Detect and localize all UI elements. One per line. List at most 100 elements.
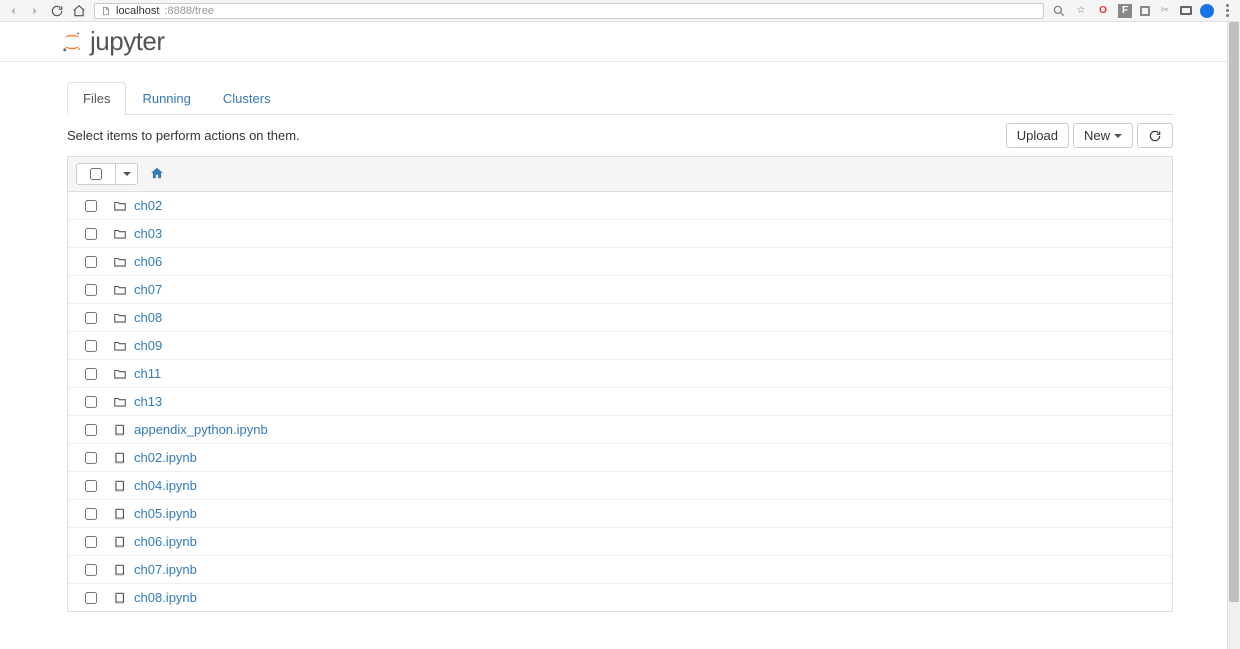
chrome-actions: ☆ O F ✂ — [1052, 4, 1234, 18]
folder-icon — [106, 283, 134, 297]
row-checkbox[interactable] — [85, 424, 97, 436]
notebook-icon — [106, 563, 134, 577]
file-list: ch02 ch03 ch06 ch07 ch08 ch09 ch11 ch13 appendix… — [67, 192, 1173, 612]
item-name-link[interactable]: ch11 — [134, 366, 161, 381]
row-checkbox[interactable] — [85, 284, 97, 296]
ext-opera-icon[interactable]: O — [1096, 4, 1110, 18]
row-checkbox[interactable] — [85, 536, 97, 548]
item-name-link[interactable]: ch07.ipynb — [134, 562, 197, 577]
row-checkbox-cell — [76, 592, 106, 604]
row-checkbox-cell — [76, 340, 106, 352]
row-checkbox[interactable] — [85, 228, 97, 240]
file-row: ch06 — [68, 248, 1172, 276]
upload-button[interactable]: Upload — [1006, 123, 1069, 148]
file-row: ch11 — [68, 360, 1172, 388]
star-icon[interactable]: ☆ — [1074, 4, 1088, 18]
ext-scissors-icon[interactable]: ✂ — [1158, 4, 1172, 18]
row-checkbox-cell — [76, 396, 106, 408]
breadcrumb-home[interactable] — [150, 166, 164, 183]
new-button-label: New — [1084, 128, 1110, 143]
row-checkbox-cell — [76, 452, 106, 464]
file-row: ch05.ipynb — [68, 500, 1172, 528]
file-row: ch02.ipynb — [68, 444, 1172, 472]
item-name-link[interactable]: ch08 — [134, 310, 162, 325]
notebook-icon — [106, 507, 134, 521]
row-checkbox[interactable] — [85, 564, 97, 576]
ext-cast-icon[interactable] — [1180, 6, 1192, 15]
file-row: ch08 — [68, 304, 1172, 332]
item-name-link[interactable]: ch06.ipynb — [134, 534, 197, 549]
row-checkbox[interactable] — [85, 256, 97, 268]
file-row: ch09 — [68, 332, 1172, 360]
row-checkbox-cell — [76, 368, 106, 380]
file-row: ch04.ipynb — [68, 472, 1172, 500]
jupyter-header: jupyter — [0, 22, 1240, 62]
file-row: appendix_python.ipynb — [68, 416, 1172, 444]
jupyter-logo[interactable]: jupyter — [60, 26, 165, 57]
folder-icon — [106, 227, 134, 241]
notebook-icon — [106, 535, 134, 549]
main-container: Files Running Clusters Select items to p… — [67, 82, 1173, 612]
forward-arrow-icon — [28, 4, 42, 18]
folder-icon — [106, 395, 134, 409]
item-name-link[interactable]: ch06 — [134, 254, 162, 269]
url-host: localhost — [116, 5, 159, 17]
notebook-icon — [106, 423, 134, 437]
new-button[interactable]: New — [1073, 123, 1133, 148]
item-name-link[interactable]: appendix_python.ipynb — [134, 422, 268, 437]
chrome-menu-icon[interactable] — [1226, 4, 1230, 17]
ext-blue-icon[interactable] — [1200, 4, 1214, 18]
ext-square-icon[interactable] — [1140, 6, 1150, 16]
folder-icon — [106, 255, 134, 269]
page-info-icon — [101, 6, 111, 16]
reload-icon[interactable] — [50, 4, 64, 18]
row-checkbox[interactable] — [85, 592, 97, 604]
file-row: ch06.ipynb — [68, 528, 1172, 556]
tab-clusters[interactable]: Clusters — [207, 82, 287, 115]
refresh-icon — [1148, 129, 1162, 143]
row-checkbox[interactable] — [85, 368, 97, 380]
item-name-link[interactable]: ch03 — [134, 226, 162, 241]
item-name-link[interactable]: ch07 — [134, 282, 162, 297]
row-checkbox[interactable] — [85, 200, 97, 212]
tab-running[interactable]: Running — [126, 82, 206, 115]
row-checkbox-cell — [76, 200, 106, 212]
zoom-icon[interactable] — [1052, 4, 1066, 18]
select-dropdown[interactable] — [116, 163, 138, 185]
folder-icon — [106, 339, 134, 353]
select-all-checkbox[interactable] — [76, 163, 116, 185]
page-scrollbar[interactable] — [1227, 22, 1240, 649]
folder-icon — [106, 367, 134, 381]
url-path: :8888/tree — [164, 5, 214, 17]
file-row: ch13 — [68, 388, 1172, 416]
row-checkbox-cell — [76, 564, 106, 576]
item-name-link[interactable]: ch04.ipynb — [134, 478, 197, 493]
row-checkbox[interactable] — [85, 396, 97, 408]
row-checkbox-cell — [76, 284, 106, 296]
row-checkbox[interactable] — [85, 452, 97, 464]
back-arrow-icon — [6, 4, 20, 18]
folder-icon — [106, 199, 134, 213]
item-name-link[interactable]: ch09 — [134, 338, 162, 353]
row-checkbox[interactable] — [85, 480, 97, 492]
hint-text: Select items to perform actions on them. — [67, 128, 300, 143]
row-checkbox[interactable] — [85, 340, 97, 352]
browser-home-icon[interactable] — [72, 4, 86, 18]
row-checkbox-cell — [76, 536, 106, 548]
url-bar[interactable]: localhost :8888/tree — [94, 3, 1044, 19]
row-checkbox[interactable] — [85, 508, 97, 520]
select-all-cb[interactable] — [90, 168, 102, 180]
item-name-link[interactable]: ch05.ipynb — [134, 506, 197, 521]
item-name-link[interactable]: ch02 — [134, 198, 162, 213]
tab-files[interactable]: Files — [67, 82, 126, 115]
item-name-link[interactable]: ch02.ipynb — [134, 450, 197, 465]
item-name-link[interactable]: ch13 — [134, 394, 162, 409]
scrollbar-thumb[interactable] — [1229, 22, 1239, 602]
item-name-link[interactable]: ch08.ipynb — [134, 590, 197, 605]
jupyter-logo-icon — [60, 30, 84, 54]
refresh-button[interactable] — [1137, 123, 1173, 148]
toolbar-buttons: Upload New — [1006, 123, 1173, 148]
row-checkbox[interactable] — [85, 312, 97, 324]
row-checkbox-cell — [76, 312, 106, 324]
ext-f-icon[interactable]: F — [1118, 4, 1132, 18]
